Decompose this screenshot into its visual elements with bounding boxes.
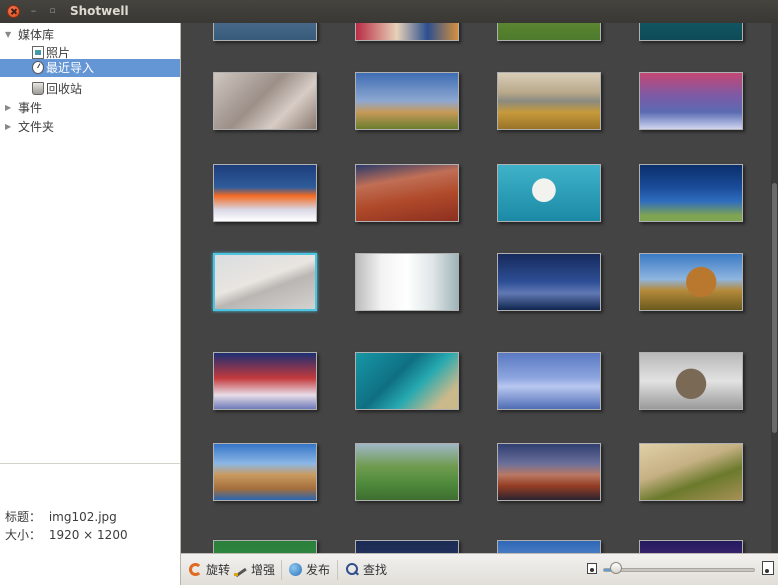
rotate-label: 旋转	[206, 563, 231, 577]
sidebar-divider	[0, 463, 180, 464]
sidebar-item-label: 回收站	[46, 82, 83, 96]
thumb-rolling-fields[interactable]	[639, 443, 743, 501]
thumb-salt-lake[interactable]	[213, 164, 317, 222]
thumb-tree-sculpture[interactable]	[355, 72, 459, 130]
find-label: 查找	[363, 563, 388, 577]
publish-button[interactable]: 发布	[289, 562, 330, 578]
thumb-red-rock-sunset[interactable]	[497, 443, 601, 501]
thumb-stone-sphere[interactable]	[639, 253, 743, 311]
metadata-size-row: 大小： 1920 × 1200	[5, 526, 128, 543]
thumb-partial-7[interactable]	[497, 540, 601, 553]
thumb-partial-8[interactable]	[639, 540, 743, 553]
thumb-partial-2[interactable]	[355, 23, 459, 41]
thumb-reef-aerial[interactable]	[355, 352, 459, 410]
photo-grid[interactable]	[181, 23, 771, 553]
metadata-title-row: 标题： img102.jpg	[5, 508, 117, 525]
thumb-partial-4[interactable]	[639, 23, 743, 41]
metadata-size-key: 大小：	[5, 528, 42, 542]
enhance-button[interactable]: 增强	[234, 562, 275, 578]
thumb-squirrels[interactable]	[213, 72, 317, 130]
minimize-window-icon[interactable]: –	[27, 5, 40, 18]
bottom-toolbar: 旋转 增强 发布 查找	[181, 553, 778, 585]
enhance-icon	[234, 563, 247, 576]
thumb-green-hills[interactable]	[355, 443, 459, 501]
thumb-ram[interactable]	[639, 352, 743, 410]
thumb-partial-3[interactable]	[497, 23, 601, 41]
toolbar-separator	[337, 560, 338, 580]
sidebar-item-label: 最近导入	[46, 61, 95, 75]
thumb-sand-dunes[interactable]	[213, 253, 317, 311]
sidebar-events-label: 事件	[18, 101, 43, 115]
zoom-out-icon[interactable]	[587, 563, 597, 574]
expander-closed-icon[interactable]: ▶	[5, 118, 11, 136]
last-import-icon	[32, 61, 44, 74]
thumb-savanna[interactable]	[497, 72, 601, 130]
metadata-title-value: img102.jpg	[48, 510, 117, 524]
title-bar: – ▫ Shotwell	[0, 0, 778, 23]
sidebar-item-trash[interactable]: 回收站	[0, 80, 180, 98]
sidebar-folders-label: 文件夹	[18, 120, 55, 134]
thumb-partial-5[interactable]	[213, 540, 317, 553]
rotate-icon	[189, 563, 202, 576]
thumb-azure-window[interactable]	[213, 443, 317, 501]
thumb-ice-sunset[interactable]	[639, 72, 743, 130]
vertical-scrollbar[interactable]	[771, 23, 778, 553]
trash-icon	[32, 82, 44, 95]
thumb-red-rocks-coast[interactable]	[355, 164, 459, 222]
sidebar-library-label: 媒体库	[18, 28, 55, 42]
rotate-button[interactable]: 旋转	[189, 562, 230, 578]
scrollbar-thumb[interactable]	[772, 183, 777, 433]
thumb-polar-bear[interactable]	[497, 164, 601, 222]
sidebar: ▼ 媒体库 照片 最近导入 回收站 ▶ 事件 ▶ 文件夹 标题： img102.…	[0, 23, 181, 585]
enhance-label: 增强	[251, 563, 276, 577]
expander-closed-icon[interactable]: ▶	[5, 99, 11, 117]
thumb-lone-tree[interactable]	[497, 253, 601, 311]
sidebar-item-last-import[interactable]: 最近导入	[0, 59, 180, 77]
expander-open-icon[interactable]: ▼	[5, 26, 11, 44]
toolbar-separator	[281, 560, 282, 580]
find-button[interactable]: 查找	[346, 562, 387, 578]
thumb-underwater-birds[interactable]	[639, 164, 743, 222]
thumb-snow-houses[interactable]	[213, 352, 317, 410]
close-window-icon[interactable]	[7, 5, 20, 18]
metadata-size-value: 1920 × 1200	[48, 528, 128, 542]
find-icon	[346, 563, 359, 576]
thumb-partial-6[interactable]	[355, 540, 459, 553]
thumb-white-room[interactable]	[355, 253, 459, 311]
photos-icon	[32, 46, 44, 59]
sidebar-events[interactable]: ▶ 事件	[0, 99, 180, 117]
sidebar-library[interactable]: ▼ 媒体库	[0, 26, 180, 44]
publish-label: 发布	[306, 563, 331, 577]
sidebar-folders[interactable]: ▶ 文件夹	[0, 118, 180, 136]
zoom-slider[interactable]	[603, 568, 755, 572]
zoom-slider-knob[interactable]	[610, 562, 622, 574]
publish-icon	[289, 563, 302, 576]
thumb-misty-church[interactable]	[497, 352, 601, 410]
zoom-in-icon[interactable]	[762, 561, 774, 575]
window-title: Shotwell	[70, 4, 129, 18]
metadata-title-key: 标题：	[5, 510, 42, 524]
thumb-partial-1[interactable]	[213, 23, 317, 41]
maximize-window-icon[interactable]: ▫	[46, 5, 59, 18]
